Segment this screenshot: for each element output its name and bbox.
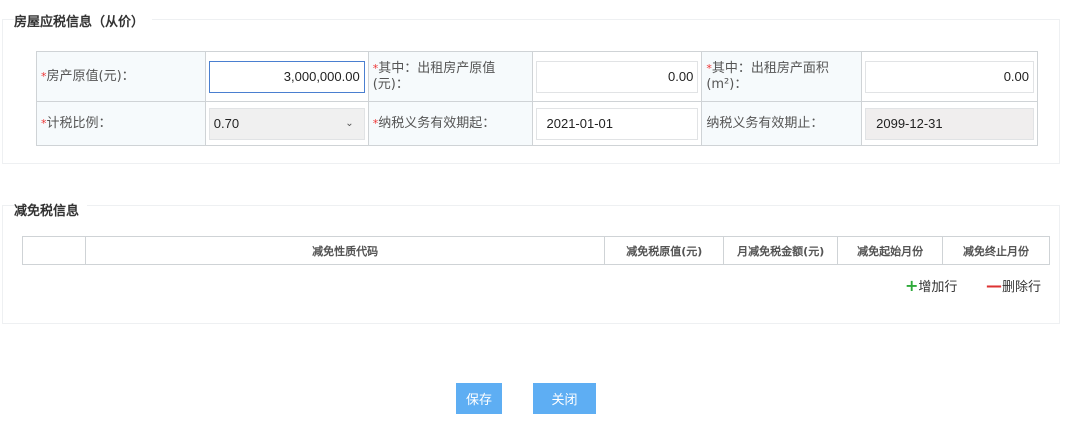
tax-ratio-label: *计税比例： — [36, 101, 206, 146]
save-button[interactable]: 保存 — [456, 383, 502, 414]
end-date-input: 2099-12-31 — [865, 107, 1034, 140]
tax-ratio-select[interactable]: 0.70 ⌄ — [208, 107, 365, 140]
column-header — [22, 236, 86, 265]
column-header: 减免终止月份 — [942, 236, 1050, 265]
minus-icon: — — [986, 276, 1002, 295]
column-header: 月减免税金额(元) — [723, 236, 839, 265]
chevron-down-icon: ⌄ — [345, 117, 354, 129]
rent-value-input[interactable]: 0.00 — [535, 60, 699, 93]
column-header: 减免税原值(元) — [604, 236, 725, 265]
section-title: 房屋应税信息（从价） — [14, 11, 153, 30]
start-date-label: *纳税义务有效期起： — [367, 101, 533, 146]
property-form-table: *房产原值(元)： 3,000,000.00 *其中：出租房产原值(元)： 0.… — [36, 51, 1038, 146]
original-value-label: *房产原值(元)： — [36, 51, 206, 102]
tax-relief-table: 减免性质代码 减免税原值(元) 月减免税金额(元) 减免起始月份 减免终止月份 — [22, 236, 1050, 265]
rent-area-input[interactable]: 0.00 — [865, 60, 1034, 93]
start-date-input[interactable]: 2021-01-01 — [535, 107, 699, 140]
add-row-button[interactable]: +增加行 — [905, 276, 957, 295]
section-title: 减免税信息 — [14, 200, 88, 219]
tax-ratio-value: 0.70 — [213, 115, 240, 131]
rent-area-label: *其中：出租房产面积(m²)： — [701, 51, 863, 102]
rent-value-label: *其中：出租房产原值(元)： — [367, 51, 533, 102]
delete-row-button[interactable]: —删除行 — [986, 276, 1041, 295]
original-value-input[interactable]: 3,000,000.00 — [208, 60, 365, 93]
column-header: 减免起始月份 — [837, 236, 944, 265]
close-button[interactable]: 关闭 — [533, 383, 596, 414]
column-header: 减免性质代码 — [84, 236, 606, 265]
plus-icon: + — [905, 276, 919, 295]
end-date-label: 纳税义务有效期止： — [701, 101, 863, 146]
